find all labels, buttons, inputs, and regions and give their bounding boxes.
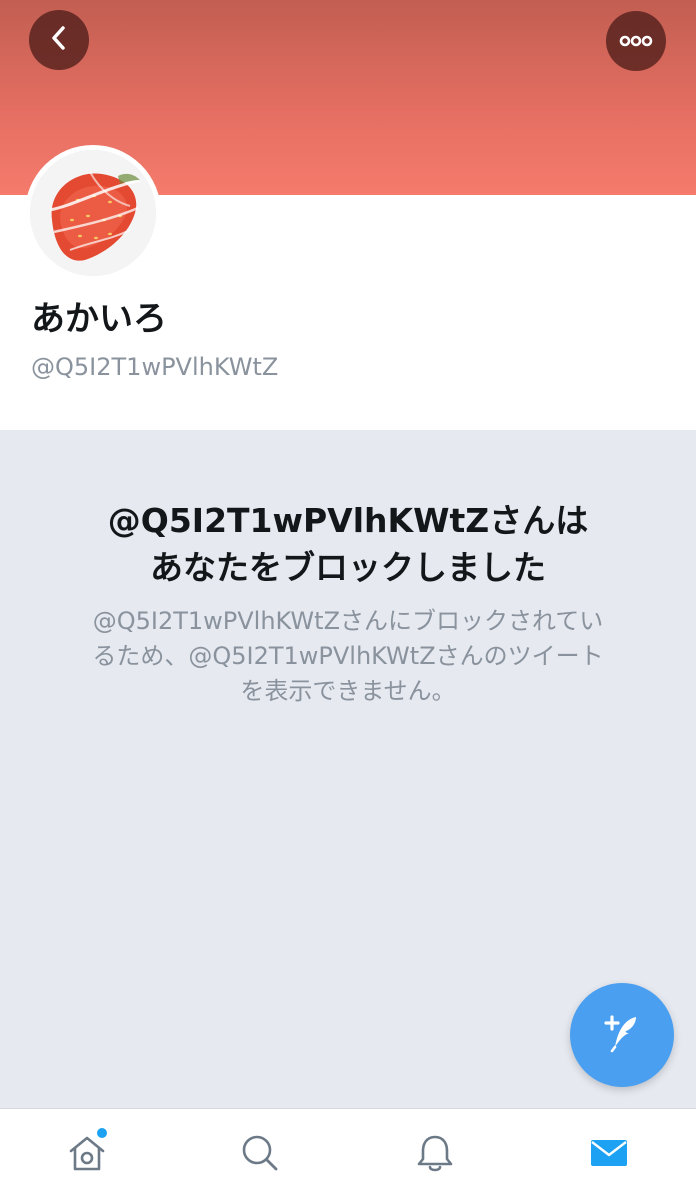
avatar-image [30, 150, 156, 276]
user-handle: @Q5I2T1wPVlhKWtZ [31, 353, 279, 381]
tab-messages[interactable] [585, 1131, 633, 1179]
home-notification-dot [97, 1128, 107, 1138]
back-button[interactable] [29, 10, 89, 70]
tab-search[interactable] [236, 1131, 284, 1179]
blocked-desc-line2: るため、@Q5I2T1wPVlhKWtZさんのツイート [92, 642, 604, 670]
tab-notifications[interactable] [411, 1131, 459, 1179]
envelope-icon [587, 1131, 631, 1179]
blocked-title: @Q5I2T1wPVlhKWtZさんは あなたをブロックしました [40, 497, 656, 591]
blocked-desc-line1: @Q5I2T1wPVlhKWtZさんにブロックされてい [92, 607, 604, 635]
bell-icon [413, 1131, 457, 1179]
blocked-title-line2: あなたをブロックしました [150, 548, 546, 587]
bottom-tab-bar [0, 1108, 696, 1200]
display-name: あかいろ [31, 299, 167, 339]
blocked-title-line1: @Q5I2T1wPVlhKWtZさんは [107, 501, 589, 540]
tab-home[interactable] [63, 1131, 111, 1179]
compose-quill-icon [596, 1007, 648, 1063]
avatar[interactable] [25, 145, 161, 281]
blocked-desc-line3: を表示できません。 [240, 677, 456, 705]
blocked-description: @Q5I2T1wPVlhKWtZさんにブロックされてい るため、@Q5I2T1w… [60, 604, 636, 709]
search-icon [238, 1131, 282, 1179]
more-options-button[interactable] [606, 11, 666, 71]
chevron-left-icon [48, 23, 70, 57]
home-icon [65, 1131, 109, 1179]
more-dots-icon [619, 32, 653, 51]
compose-tweet-button[interactable] [570, 983, 674, 1087]
